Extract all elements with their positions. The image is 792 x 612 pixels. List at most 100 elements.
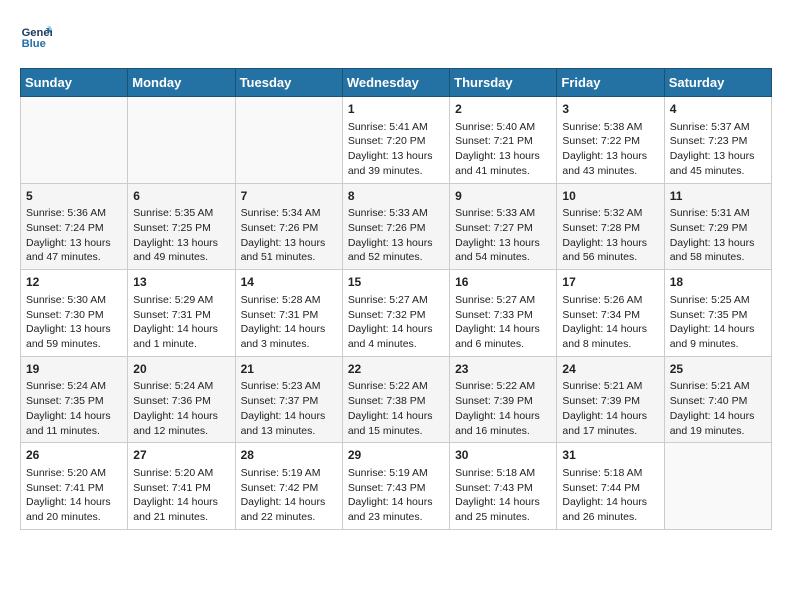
day-info: Daylight: 13 hours and 54 minutes.	[455, 236, 551, 265]
day-number: 27	[133, 447, 229, 464]
day-number: 23	[455, 361, 551, 378]
calendar-table: SundayMondayTuesdayWednesdayThursdayFrid…	[20, 68, 772, 530]
calendar-cell: 3Sunrise: 5:38 AMSunset: 7:22 PMDaylight…	[557, 97, 664, 184]
day-number: 22	[348, 361, 444, 378]
day-number: 20	[133, 361, 229, 378]
day-info: Daylight: 14 hours and 13 minutes.	[241, 409, 337, 438]
day-info: Daylight: 14 hours and 11 minutes.	[26, 409, 122, 438]
calendar-cell: 19Sunrise: 5:24 AMSunset: 7:35 PMDayligh…	[21, 356, 128, 443]
day-info: Sunset: 7:35 PM	[670, 308, 766, 323]
day-number: 30	[455, 447, 551, 464]
day-info: Daylight: 14 hours and 15 minutes.	[348, 409, 444, 438]
calendar-cell: 8Sunrise: 5:33 AMSunset: 7:26 PMDaylight…	[342, 183, 449, 270]
day-number: 18	[670, 274, 766, 291]
day-info: Sunset: 7:20 PM	[348, 134, 444, 149]
day-info: Sunset: 7:42 PM	[241, 481, 337, 496]
day-number: 24	[562, 361, 658, 378]
col-header-tuesday: Tuesday	[235, 69, 342, 97]
calendar-cell: 26Sunrise: 5:20 AMSunset: 7:41 PMDayligh…	[21, 443, 128, 530]
day-info: Daylight: 14 hours and 22 minutes.	[241, 495, 337, 524]
day-info: Daylight: 14 hours and 1 minute.	[133, 322, 229, 351]
day-info: Daylight: 13 hours and 45 minutes.	[670, 149, 766, 178]
day-info: Sunrise: 5:25 AM	[670, 293, 766, 308]
day-number: 2	[455, 101, 551, 118]
day-info: Sunrise: 5:34 AM	[241, 206, 337, 221]
calendar-cell: 10Sunrise: 5:32 AMSunset: 7:28 PMDayligh…	[557, 183, 664, 270]
day-info: Sunset: 7:41 PM	[133, 481, 229, 496]
day-info: Sunset: 7:32 PM	[348, 308, 444, 323]
day-info: Daylight: 13 hours and 39 minutes.	[348, 149, 444, 178]
day-info: Sunset: 7:41 PM	[26, 481, 122, 496]
calendar-cell: 18 Sunrise: 5:25 AMSunset: 7:35 PMDayligh…	[664, 270, 771, 357]
day-info: Daylight: 13 hours and 49 minutes.	[133, 236, 229, 265]
day-number: 31	[562, 447, 658, 464]
calendar-cell: 28 Sunrise: 5:19 AMSunset: 7:42 PMDayligh…	[235, 443, 342, 530]
day-info: Sunrise: 5:33 AM	[348, 206, 444, 221]
calendar-cell: 11Sunrise: 5:31 AMSunset: 7:29 PMDayligh…	[664, 183, 771, 270]
day-info: Daylight: 13 hours and 56 minutes.	[562, 236, 658, 265]
day-info: Sunset: 7:25 PM	[133, 221, 229, 236]
day-info: Sunset: 7:24 PM	[26, 221, 122, 236]
day-info: Sunset: 7:38 PM	[348, 394, 444, 409]
day-info: Sunrise: 5:21 AM	[562, 379, 658, 394]
day-info: Daylight: 14 hours and 12 minutes.	[133, 409, 229, 438]
day-info: Sunrise: 5:19 AM	[241, 466, 337, 481]
day-info: Daylight: 14 hours and 17 minutes.	[562, 409, 658, 438]
day-info: Sunset: 7:39 PM	[562, 394, 658, 409]
svg-text:Blue: Blue	[22, 38, 46, 50]
day-info: Sunset: 7:40 PM	[670, 394, 766, 409]
calendar-cell: 29Sunrise: 5:19 AMSunset: 7:43 PMDayligh…	[342, 443, 449, 530]
day-info: Sunset: 7:22 PM	[562, 134, 658, 149]
calendar-cell: 5Sunrise: 5:36 AMSunset: 7:24 PMDaylight…	[21, 183, 128, 270]
day-number: 11	[670, 188, 766, 205]
day-info: Daylight: 13 hours and 41 minutes.	[455, 149, 551, 178]
day-info: Sunset: 7:43 PM	[348, 481, 444, 496]
calendar-cell: 1Sunrise: 5:41 AMSunset: 7:20 PMDaylight…	[342, 97, 449, 184]
calendar-cell	[235, 97, 342, 184]
day-number: 1	[348, 101, 444, 118]
calendar-cell: 25Sunrise: 5:21 AMSunset: 7:40 PMDayligh…	[664, 356, 771, 443]
day-number: 12	[26, 274, 122, 291]
day-info: Daylight: 14 hours and 21 minutes.	[133, 495, 229, 524]
day-info: Sunrise: 5:28 AM	[241, 293, 337, 308]
day-number: 3	[562, 101, 658, 118]
col-header-sunday: Sunday	[21, 69, 128, 97]
day-info: Sunrise: 5:27 AM	[455, 293, 551, 308]
day-info: Daylight: 14 hours and 23 minutes.	[348, 495, 444, 524]
calendar-cell: 2Sunrise: 5:40 AMSunset: 7:21 PMDaylight…	[450, 97, 557, 184]
day-info: Sunset: 7:33 PM	[455, 308, 551, 323]
day-info: Sunrise: 5:24 AM	[26, 379, 122, 394]
day-info: Sunrise: 5:32 AM	[562, 206, 658, 221]
calendar-cell: 6Sunrise: 5:35 AMSunset: 7:25 PMDaylight…	[128, 183, 235, 270]
day-number: 25	[670, 361, 766, 378]
day-info: Sunrise: 5:37 AM	[670, 120, 766, 135]
day-info: Daylight: 13 hours and 58 minutes.	[670, 236, 766, 265]
day-info: Sunset: 7:44 PM	[562, 481, 658, 496]
logo: General Blue	[20, 20, 56, 52]
page-header: General Blue	[20, 20, 772, 52]
day-number: 4	[670, 101, 766, 118]
day-info: Sunrise: 5:20 AM	[133, 466, 229, 481]
day-number: 5	[26, 188, 122, 205]
day-info: Sunrise: 5:27 AM	[348, 293, 444, 308]
calendar-cell	[664, 443, 771, 530]
calendar-cell: 27 Sunrise: 5:20 AMSunset: 7:41 PMDayligh…	[128, 443, 235, 530]
day-number: 7	[241, 188, 337, 205]
day-info: Sunrise: 5:31 AM	[670, 206, 766, 221]
calendar-cell: 24Sunrise: 5:21 AMSunset: 7:39 PMDayligh…	[557, 356, 664, 443]
day-info: Daylight: 13 hours and 43 minutes.	[562, 149, 658, 178]
col-header-wednesday: Wednesday	[342, 69, 449, 97]
day-info: Sunset: 7:29 PM	[670, 221, 766, 236]
day-info: Sunset: 7:34 PM	[562, 308, 658, 323]
day-info: Sunrise: 5:18 AM	[562, 466, 658, 481]
day-info: Sunrise: 5:36 AM	[26, 206, 122, 221]
col-header-thursday: Thursday	[450, 69, 557, 97]
day-info: Daylight: 14 hours and 9 minutes.	[670, 322, 766, 351]
calendar-cell: 4Sunrise: 5:37 AMSunset: 7:23 PMDaylight…	[664, 97, 771, 184]
day-number: 28	[241, 447, 337, 464]
day-number: 17	[562, 274, 658, 291]
day-info: Sunrise: 5:22 AM	[455, 379, 551, 394]
day-info: Sunrise: 5:26 AM	[562, 293, 658, 308]
day-info: Daylight: 13 hours and 59 minutes.	[26, 322, 122, 351]
col-header-monday: Monday	[128, 69, 235, 97]
